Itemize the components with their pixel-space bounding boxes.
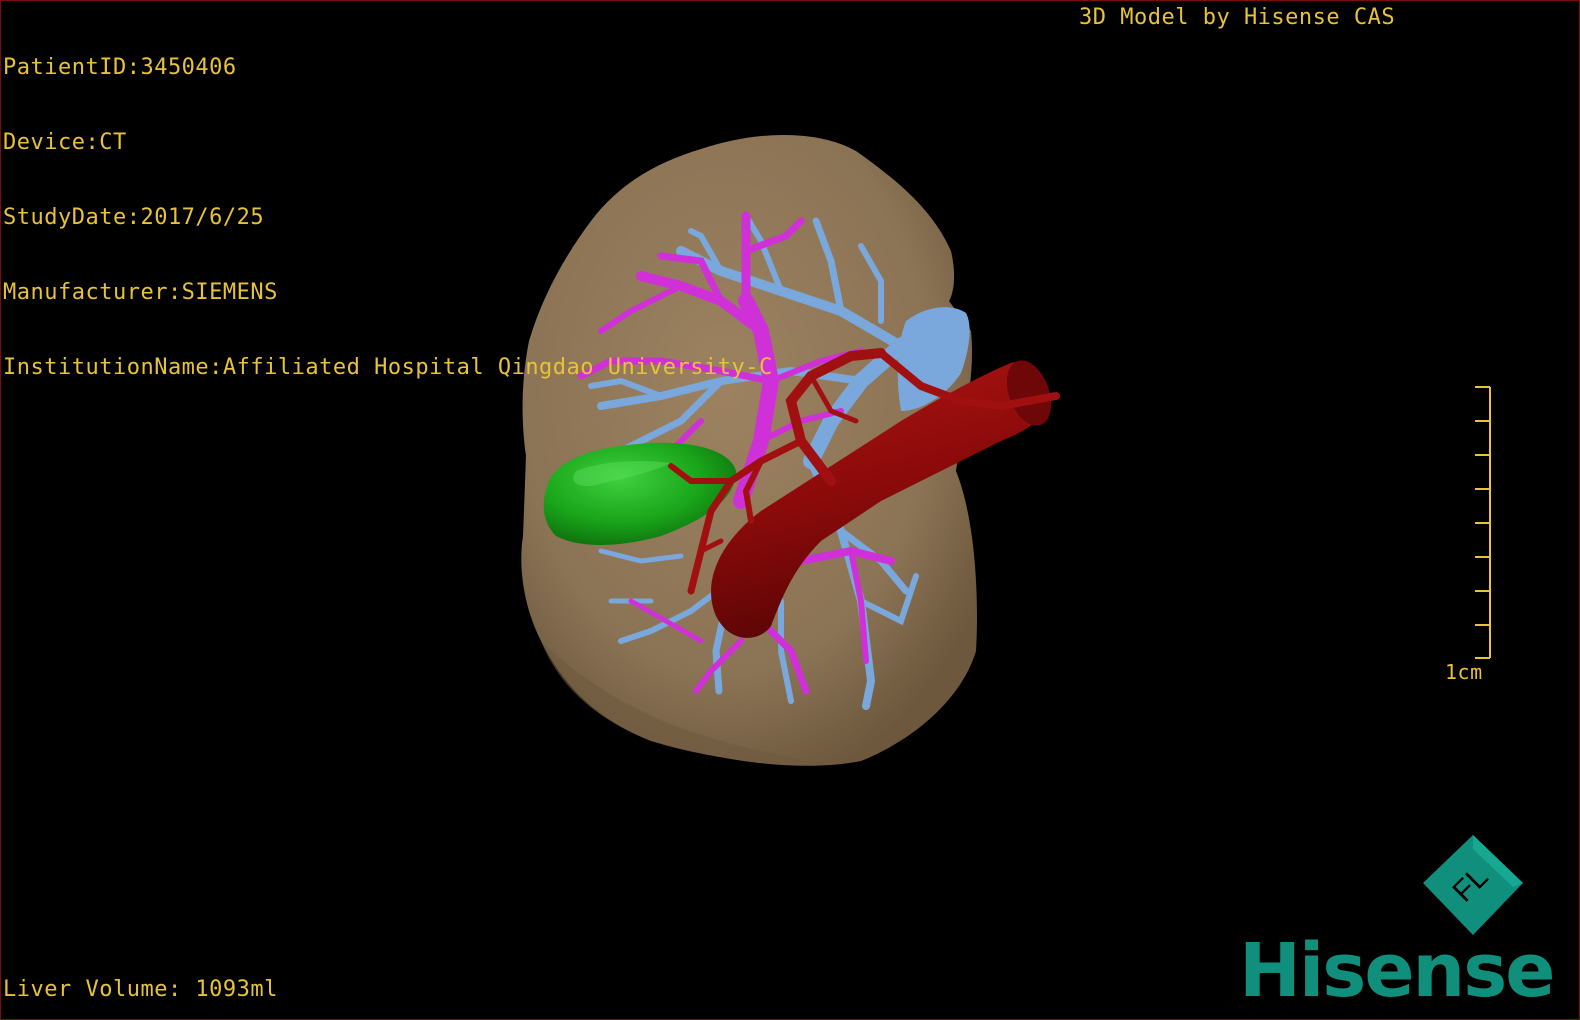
- dicom-info-panel: PatientID:3450406 Device:CT StudyDate:20…: [3, 5, 773, 430]
- hisense-logo: Hisense: [1239, 928, 1555, 1014]
- liver-volume-label: Liver Volume: 1093ml: [3, 977, 278, 1002]
- 3d-viewport[interactable]: PatientID:3450406 Device:CT StudyDate:20…: [0, 0, 1580, 1020]
- fl-orientation-cube-icon[interactable]: FL: [1417, 831, 1529, 943]
- device-label: Device:CT: [3, 130, 127, 155]
- institution-label: InstitutionName:Affiliated Hospital Qing…: [3, 355, 773, 380]
- model-credit-label: 3D Model by Hisense CAS: [1079, 5, 1396, 30]
- manufacturer-label: Manufacturer:SIEMENS: [3, 280, 278, 305]
- scale-unit-label: 1cm: [1445, 660, 1483, 684]
- patient-id-label: PatientID:3450406: [3, 55, 237, 80]
- scale-bar: [1475, 386, 1491, 659]
- study-date-label: StudyDate:2017/6/25: [3, 205, 265, 230]
